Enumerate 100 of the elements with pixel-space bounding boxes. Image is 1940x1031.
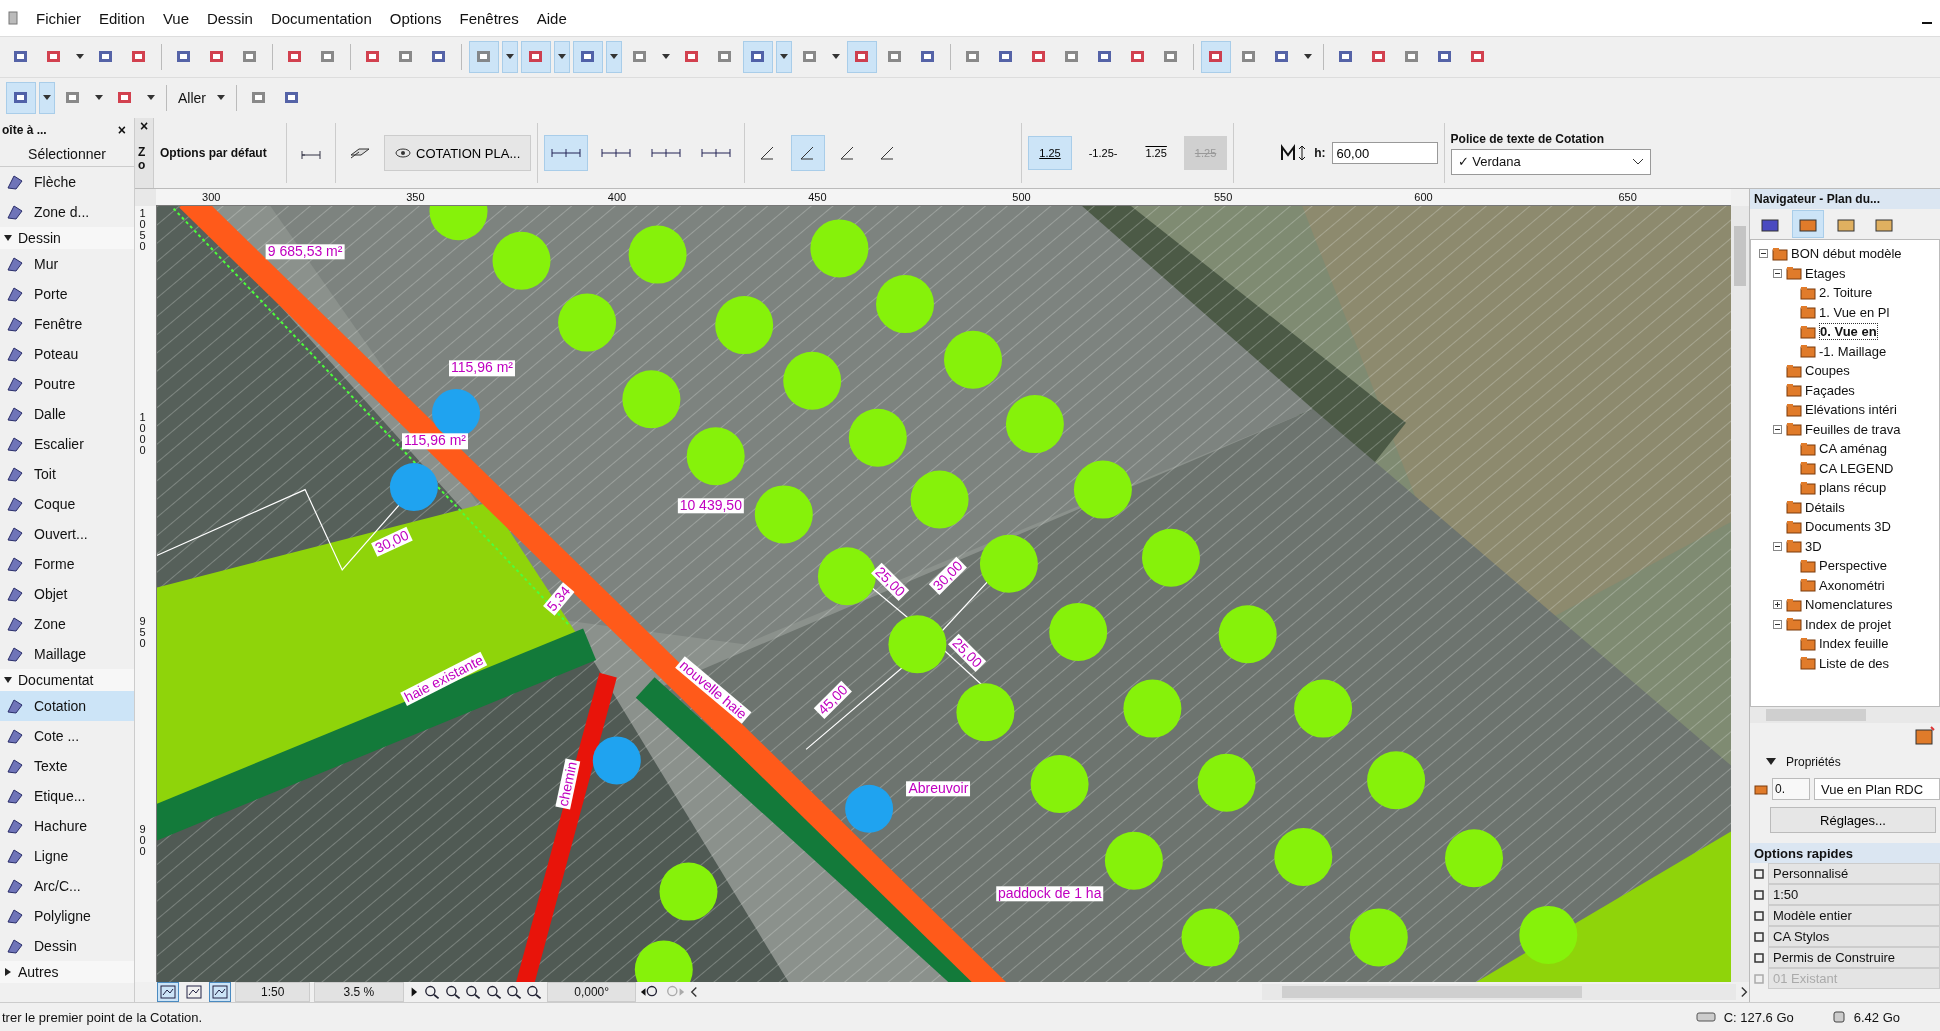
close-button[interactable]: × xyxy=(139,118,149,134)
close-button[interactable]: × xyxy=(117,122,126,138)
tree-item[interactable]: Nomenclatures xyxy=(1805,597,1893,613)
section-arrow-icon[interactable] xyxy=(4,234,12,242)
tool-icon[interactable] xyxy=(847,41,877,73)
tool-item[interactable]: Hachure xyxy=(0,811,134,841)
tree-item[interactable]: plans récup xyxy=(1819,480,1887,496)
tool-icon[interactable] xyxy=(469,41,499,73)
tool-item[interactable]: Texte xyxy=(0,751,134,781)
dropdown-button[interactable] xyxy=(39,82,55,114)
section-arrow-icon[interactable] xyxy=(4,676,12,684)
tool-item[interactable]: Dessin xyxy=(0,931,134,961)
tool-item[interactable]: Etique... xyxy=(0,781,134,811)
collapse-box-icon[interactable] xyxy=(1773,424,1783,434)
view-icon[interactable] xyxy=(209,982,232,1002)
horizontal-scrollbar[interactable] xyxy=(1750,707,1940,723)
menu-item[interactable]: Vue xyxy=(162,9,190,27)
tree-item[interactable]: Index feuille xyxy=(1819,636,1889,652)
option-dropdown[interactable]: CA Stylos xyxy=(1768,926,1940,947)
tool-item[interactable]: Ligne xyxy=(0,841,134,871)
tool-icon[interactable] xyxy=(1201,41,1231,73)
tree-item[interactable]: Documents 3D xyxy=(1805,519,1891,535)
scroll-left-icon[interactable] xyxy=(688,985,698,999)
tool-item[interactable]: Forme xyxy=(0,549,134,579)
tree-item[interactable]: Façades xyxy=(1805,382,1855,398)
zoom-icon[interactable] xyxy=(485,984,503,1000)
height-field[interactable]: 60,00 xyxy=(1331,142,1438,164)
horizontal-scrollbar[interactable] xyxy=(1261,984,1736,1000)
dropdown-button[interactable] xyxy=(606,41,622,73)
tool-item[interactable]: Cotation xyxy=(0,691,134,721)
tool-item[interactable]: Toit xyxy=(0,459,134,489)
tree-item[interactable]: BON début modèle xyxy=(1791,246,1902,262)
tree-item[interactable]: Elévations intéri xyxy=(1805,402,1897,418)
tool-icon[interactable] xyxy=(743,41,773,73)
layer-button[interactable]: COTATION PLA... xyxy=(384,135,532,171)
option-dropdown[interactable]: Personnalisé xyxy=(1768,863,1940,884)
tree-item[interactable]: Feuilles de trava xyxy=(1805,421,1901,437)
zoom-icon[interactable] xyxy=(465,984,482,1000)
option-dropdown[interactable]: 1:50 xyxy=(1768,884,1940,905)
tree-item[interactable]: 0. Vue en xyxy=(1819,323,1878,341)
view-icon[interactable] xyxy=(157,982,180,1002)
menu-item[interactable]: Fenêtres xyxy=(459,9,519,27)
tool-item[interactable]: Fenêtre xyxy=(0,309,134,339)
tool-item[interactable]: Zone xyxy=(0,609,134,639)
settings-button[interactable]: Réglages... xyxy=(1770,807,1936,833)
collapse-box-icon[interactable] xyxy=(1773,541,1783,551)
tool-item[interactable]: Cote ... xyxy=(0,721,134,751)
tree-item[interactable]: Coupes xyxy=(1805,363,1850,379)
option-dropdown[interactable]: Permis de Construire xyxy=(1768,947,1940,968)
menu-item[interactable]: Aide xyxy=(536,9,567,27)
scale-field[interactable]: 1:50 xyxy=(235,982,311,1002)
tool-item[interactable]: Ouvert... xyxy=(0,519,134,549)
collapse-box-icon[interactable] xyxy=(1759,249,1769,259)
zoom-icon[interactable] xyxy=(526,984,543,1000)
section-arrow-icon[interactable] xyxy=(4,968,12,976)
menu-item[interactable]: Documentation xyxy=(270,9,372,27)
tool-item[interactable]: Mur xyxy=(0,249,134,279)
tool-item[interactable]: Coque xyxy=(0,489,134,519)
option-dropdown[interactable]: Modèle entier xyxy=(1768,905,1940,926)
floor-name-field[interactable]: Vue en Plan RDC xyxy=(1814,778,1940,800)
tool-item[interactable]: Porte xyxy=(0,279,134,309)
scroll-right-icon[interactable] xyxy=(1739,985,1749,999)
tool-icon[interactable] xyxy=(573,41,603,73)
tool-item[interactable]: Zone d... xyxy=(0,197,134,227)
tree-item[interactable]: 2. Toiture xyxy=(1819,285,1873,301)
zoom-icon[interactable] xyxy=(506,984,523,1000)
tree-item[interactable]: Index de projet xyxy=(1805,616,1891,632)
dimension-type-icon[interactable] xyxy=(544,135,589,171)
dropdown-button[interactable] xyxy=(776,41,792,73)
tool-item[interactable]: Arc/C... xyxy=(0,871,134,901)
new-view-icon[interactable] xyxy=(1914,726,1936,746)
collapse-arrow-icon[interactable] xyxy=(1766,758,1776,766)
tree-item[interactable]: CA LEGEND xyxy=(1819,460,1894,476)
tree-item[interactable]: Perspective xyxy=(1819,558,1887,574)
tool-icon[interactable] xyxy=(521,41,551,73)
placement-icon[interactable] xyxy=(791,135,826,171)
tree-item[interactable]: 3D xyxy=(1805,538,1822,554)
tool-item[interactable]: Poteau xyxy=(0,339,134,369)
menu-item[interactable]: Fichier xyxy=(36,9,81,27)
tree-item[interactable]: Axonométri xyxy=(1819,577,1885,593)
tool-item[interactable]: Objet xyxy=(0,579,134,609)
tree-item[interactable]: -1. Maillage xyxy=(1819,343,1887,359)
zoom-icon[interactable] xyxy=(424,984,441,1000)
expand-box-icon[interactable] xyxy=(1773,600,1783,610)
dropdown-button[interactable] xyxy=(502,41,518,73)
tool-item[interactable]: Dalle xyxy=(0,399,134,429)
tree-item[interactable]: Etages xyxy=(1805,265,1846,281)
zoom-icon[interactable] xyxy=(444,984,462,1000)
tree-item[interactable]: Détails xyxy=(1805,499,1845,515)
menu-item[interactable]: Edition xyxy=(99,9,145,27)
tree-item[interactable]: CA aménag xyxy=(1819,441,1887,457)
tool-item[interactable]: Poutre xyxy=(0,369,134,399)
text-position-button[interactable]: 1.25 xyxy=(1028,136,1072,170)
go-to-menu[interactable]: Aller xyxy=(174,90,210,106)
vertical-scrollbar[interactable] xyxy=(1731,206,1749,982)
collapse-box-icon[interactable] xyxy=(1773,268,1783,278)
tree-item[interactable]: Liste de des xyxy=(1819,655,1890,671)
tree-item[interactable]: 1. Vue en Pl xyxy=(1819,304,1890,320)
angle-field[interactable]: 0,000° xyxy=(546,982,637,1002)
tool-item[interactable]: Flèche xyxy=(0,167,134,197)
